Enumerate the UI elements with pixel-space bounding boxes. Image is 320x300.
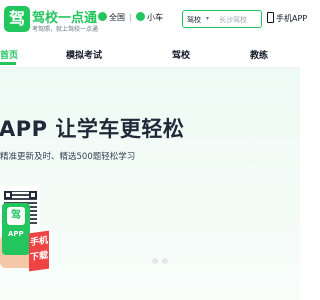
mobile-app-link[interactable]: 手机APP: [267, 12, 307, 24]
carousel-dot[interactable]: [152, 258, 158, 264]
app-logo-icon: 驾: [7, 207, 25, 225]
separator: |: [129, 13, 132, 22]
nav-item-mock-exam[interactable]: 模拟考试: [66, 48, 102, 61]
location-icon: [98, 12, 107, 21]
nav-item-driving-school[interactable]: 驾校: [172, 48, 190, 61]
vehicle-label: 小车: [147, 13, 163, 22]
chevron-down-icon[interactable]: ▾: [206, 15, 209, 22]
carousel-dot[interactable]: [162, 258, 168, 264]
logo[interactable]: 驾: [4, 6, 30, 32]
top-header: 驾 驾校一点通 考驾照，就上驾校一点通 全国 | 小车 驾校 ▾ 长沙驾校 手机A…: [0, 0, 307, 40]
city-label: 全国: [109, 13, 125, 22]
vehicle-selector[interactable]: 小车: [136, 12, 163, 26]
phone-app-text: APP: [8, 230, 24, 238]
search-scope-label[interactable]: 驾校: [187, 15, 201, 25]
search-box[interactable]: 驾校 ▾ 长沙驾校: [182, 10, 262, 28]
app-link-label: 手机APP: [276, 14, 308, 23]
car-icon: [136, 12, 145, 21]
main-nav: 首页 模拟考试 驾校 教练: [0, 40, 300, 68]
city-selector[interactable]: 全国 |: [98, 12, 132, 26]
banner-subhead: 精准更新及时、精选500题轻松学习: [0, 152, 136, 162]
nav-item-home[interactable]: 首页: [0, 48, 18, 61]
search-input[interactable]: 长沙驾校: [219, 15, 247, 25]
nav-item-coach[interactable]: 教练: [250, 48, 268, 61]
brand-tagline: 考驾照，就上驾校一点通: [32, 26, 99, 33]
qr-corner: [29, 191, 37, 199]
phone-illustration: 驾 APP: [2, 203, 30, 255]
phone-icon: [267, 12, 274, 23]
download-tag[interactable]: 手机下载: [29, 230, 49, 272]
active-tab-indicator: [0, 62, 16, 65]
banner-headline: APP 让学车更轻松: [0, 117, 185, 141]
qr-corner: [4, 191, 12, 199]
